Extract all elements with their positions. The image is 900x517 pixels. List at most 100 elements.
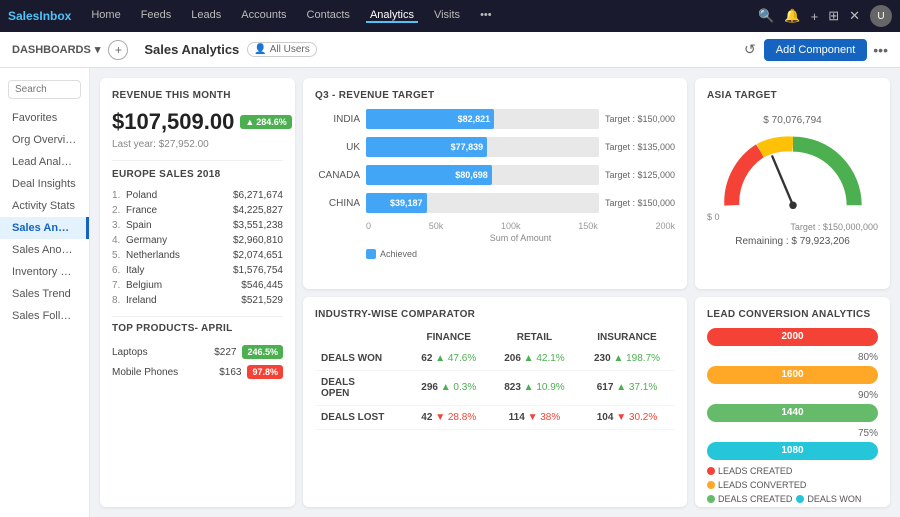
- gauge-top-value: $ 70,076,794: [763, 115, 821, 126]
- chevron-down-icon: ▾: [95, 43, 101, 56]
- lead-pct-80: 80%: [707, 352, 878, 363]
- nav-contacts[interactable]: Contacts: [303, 9, 354, 23]
- dashboard-content: REVENUE THIS MONTH $107,509.00 ▲ 284.6% …: [90, 68, 900, 517]
- q3-bar-chart: INDIA $82,821 Target : $150,000 UK $77,8…: [315, 109, 675, 259]
- gauge-bottom-labels: $ 0: [707, 212, 878, 222]
- europe-row-7: 7.Belgium$546,445: [112, 278, 283, 293]
- revenue-card: REVENUE THIS MONTH $107,509.00 ▲ 284.6% …: [100, 78, 295, 507]
- products-title: TOP PRODUCTS- APRIL: [112, 323, 283, 334]
- lead-bar-1600: 1600: [707, 366, 878, 384]
- europe-row-2: 2.France$4,225,827: [112, 203, 283, 218]
- laptops-badge: 246.5%: [242, 345, 283, 359]
- nav-icons: 🔍 🔔 + ⊞ ✕ U: [758, 5, 892, 27]
- phones-badge: 97.8%: [247, 365, 283, 379]
- asia-target-card: ASIA TARGET $ 70,076,794 $ 0 Tar: [695, 78, 890, 289]
- add-component-button[interactable]: Add Component: [764, 39, 868, 61]
- industry-row-deals-lost: DEALS LOST 42 ▼ 28.8% 114 ▼ 38% 104 ▼ 30…: [315, 405, 675, 429]
- nav-items: Home Feeds Leads Accounts Contacts Analy…: [87, 9, 758, 23]
- brand-logo[interactable]: SalesInbox: [8, 9, 71, 23]
- sidebar-item-sales-analytics[interactable]: Sales Analytics: [0, 217, 89, 239]
- lead-conversion-card: LEAD CONVERSION ANALYTICS 2000 80% 1600 …: [695, 297, 890, 508]
- grid-icon[interactable]: ⊞: [828, 8, 839, 24]
- legend-label: Achieved: [380, 249, 417, 259]
- col-header-finance: FINANCE: [408, 328, 490, 347]
- dashboard-title: Sales Analytics: [144, 42, 239, 57]
- asia-title: ASIA TARGET: [707, 90, 878, 101]
- users-icon: 👤: [254, 44, 266, 55]
- refresh-button[interactable]: ↺: [744, 41, 756, 58]
- top-navigation: SalesInbox Home Feeds Leads Accounts Con…: [0, 0, 900, 32]
- sidebar-item-sales-followup[interactable]: Sales Follow-up T: [0, 305, 89, 327]
- sidebar-item-sales-trend[interactable]: Sales Trend: [0, 283, 89, 305]
- bar-legend: Achieved: [315, 249, 675, 259]
- europe-title: EUROPE SALES 2018: [112, 169, 283, 180]
- lead-pct-75: 75%: [707, 428, 878, 439]
- lead-pct-90: 90%: [707, 390, 878, 401]
- sidebar-item-deal-insights[interactable]: Deal Insights: [0, 173, 89, 195]
- revenue-title: REVENUE THIS MONTH: [112, 90, 283, 101]
- industry-row-deals-open: DEALSOPEN 296 ▲ 0.3% 823 ▲ 10.9% 617 ▲ 3…: [315, 370, 675, 405]
- legend-deals-created: DEALS CREATED: [707, 494, 792, 504]
- legend-deals-won: DEALS WON: [796, 494, 861, 504]
- gauge-chart: [713, 130, 873, 210]
- users-tag[interactable]: 👤 All Users: [247, 42, 316, 57]
- bar-row-canada: CANADA $80,698 Target : $125,000: [315, 165, 675, 185]
- lead-title: LEAD CONVERSION ANALYTICS: [707, 309, 878, 320]
- lead-bars: 2000 80% 1600 90% 1440 75%: [707, 328, 878, 460]
- bar-row-india: INDIA $82,821 Target : $150,000: [315, 109, 675, 129]
- europe-sales-section: EUROPE SALES 2018 1.Poland$6,271,674 2.F…: [112, 160, 283, 308]
- europe-row-3: 3.Spain$3,551,238: [112, 218, 283, 233]
- product-row-laptops: Laptops $227 246.5%: [112, 342, 283, 362]
- bar-row-china: CHINA $39,187 Target : $150,000: [315, 193, 675, 213]
- dashboards-label: DASHBOARDS: [12, 44, 91, 56]
- industry-comparator-card: INDUSTRY-WISE COMPARATOR FINANCE RETAIL …: [303, 297, 687, 508]
- lead-bar-2000: 2000: [707, 328, 878, 346]
- europe-row-8: 8.Ireland$521,529: [112, 293, 283, 308]
- sidebar-search-input[interactable]: [8, 80, 81, 99]
- product-row-phones: Mobile Phones $163 97.8%: [112, 362, 283, 382]
- dashboards-dropdown[interactable]: DASHBOARDS ▾: [12, 43, 100, 56]
- sidebar-search-container: [0, 76, 89, 103]
- legend-leads-converted: LEADS CONVERTED: [707, 480, 806, 490]
- revenue-badge: ▲ 284.6%: [240, 115, 291, 129]
- legend-box: [366, 249, 376, 259]
- gauge-target-label: Target : $150,000,000: [707, 222, 878, 232]
- europe-row-4: 4.Germany$2,960,810: [112, 233, 283, 248]
- bar-x-axis: 0 50k 100k 150k 200k: [315, 221, 675, 231]
- sidebar: Favorites Org Overview Lead Analytics De…: [0, 68, 90, 517]
- users-label: All Users: [270, 44, 310, 55]
- nav-analytics[interactable]: Analytics: [366, 9, 418, 23]
- industry-row-deals-won: DEALS WON 62 ▲ 47.6% 206 ▲ 42.1% 230 ▲ 1…: [315, 347, 675, 371]
- sidebar-item-lead-analytics[interactable]: Lead Analytics: [0, 151, 89, 173]
- sidebar-item-sales-anomalies[interactable]: Sales Anomalies: [0, 239, 89, 261]
- gauge-container: $ 70,076,794 $ 0 Target : $150,000,000: [707, 109, 878, 253]
- europe-row-6: 6.Italy$1,576,754: [112, 263, 283, 278]
- nav-feeds[interactable]: Feeds: [137, 9, 176, 23]
- add-dashboard-button[interactable]: +: [108, 40, 128, 60]
- sidebar-item-favorites[interactable]: Favorites: [0, 107, 89, 129]
- sub-navigation: DASHBOARDS ▾ + Sales Analytics 👤 All Use…: [0, 32, 900, 68]
- bar-row-uk: UK $77,839 Target : $135,000: [315, 137, 675, 157]
- nav-leads[interactable]: Leads: [187, 9, 225, 23]
- bell-icon[interactable]: 🔔: [784, 8, 800, 24]
- twitter-icon[interactable]: ✕: [849, 8, 860, 24]
- nav-more[interactable]: •••: [476, 9, 496, 23]
- more-options-button[interactable]: •••: [873, 42, 888, 58]
- europe-row-1: 1.Poland$6,271,674: [112, 188, 283, 203]
- search-icon[interactable]: 🔍: [758, 8, 774, 24]
- lead-bar-1080: 1080: [707, 442, 878, 460]
- sidebar-item-activity-stats[interactable]: Activity Stats: [0, 195, 89, 217]
- lead-bar-1440: 1440: [707, 404, 878, 422]
- top-products-section: TOP PRODUCTS- APRIL Laptops $227 246.5% …: [112, 316, 283, 382]
- sidebar-item-inventory[interactable]: Inventory Reports: [0, 261, 89, 283]
- revenue-last-year: Last year: $27,952.00: [112, 139, 283, 150]
- q3-title: Q3 - REVENUE TARGET: [315, 90, 675, 101]
- main-layout: Favorites Org Overview Lead Analytics De…: [0, 68, 900, 517]
- plus-icon[interactable]: +: [811, 9, 819, 24]
- nav-visits[interactable]: Visits: [430, 9, 464, 23]
- user-avatar[interactable]: U: [870, 5, 892, 27]
- nav-home[interactable]: Home: [87, 9, 124, 23]
- sidebar-item-org-overview[interactable]: Org Overview: [0, 129, 89, 151]
- col-header-label: [315, 328, 408, 347]
- nav-accounts[interactable]: Accounts: [237, 9, 290, 23]
